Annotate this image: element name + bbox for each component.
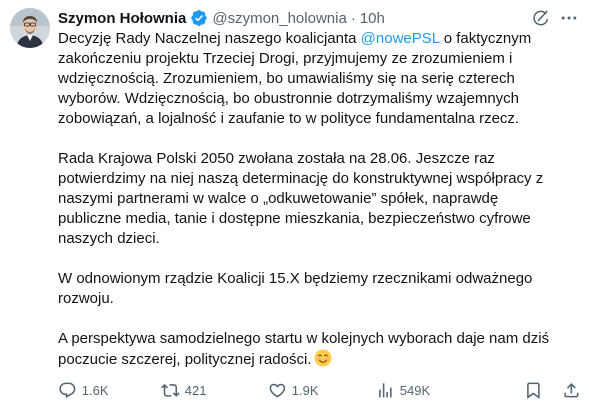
- tweet-text-segment: o faktycznym: [439, 30, 532, 47]
- share-icon: [564, 382, 579, 398]
- views-chart-icon: [379, 382, 392, 398]
- tweet-line: naszymi partnerami w walce o „odkuwetowa…: [58, 190, 499, 207]
- tweet-line: wdzięcznością. Zrozumieniem, bo umawiali…: [58, 70, 515, 87]
- bookmark-button[interactable]: [524, 380, 543, 400]
- tweet-line: W odnowionym rządzie Koalicji 15.X będzi…: [58, 270, 533, 287]
- tweet-timestamp[interactable]: 10h: [360, 10, 385, 27]
- reply-icon: [59, 382, 76, 398]
- tweet-text: Decyzję Rady Naczelnej naszego koalicjan…: [58, 29, 578, 370]
- repost-button[interactable]: 421: [161, 380, 206, 400]
- tweet[interactable]: Szymon Hołownia @szymon_holownia · 10h D…: [0, 0, 589, 407]
- more-icon[interactable]: [559, 8, 579, 28]
- tweet-line: wyborów. Wdzięcznością, bo obustronnie d…: [58, 90, 520, 107]
- smiling-face-emoji: [314, 349, 332, 367]
- tweet-line: A perspektywa samodzielnego startu w kol…: [58, 330, 550, 347]
- grok-icon[interactable]: [531, 8, 551, 28]
- like-button[interactable]: 1.9K: [268, 380, 319, 400]
- tweet-line: Decyzję Rady Naczelnej naszego koalicjan…: [58, 29, 578, 49]
- tweet-paragraph: Rada Krajowa Polski 2050 zwołana została…: [58, 149, 578, 249]
- share-button[interactable]: [562, 380, 581, 400]
- header-separator: ·: [350, 9, 356, 27]
- bookmark-icon: [527, 382, 540, 399]
- tweet-actions: 1.6K 421 1.9K 549K: [58, 380, 581, 400]
- tweet-line: rozwoju.: [58, 290, 114, 307]
- avatar-photo: [10, 8, 50, 48]
- views-button[interactable]: 549K: [376, 380, 430, 400]
- tweet-paragraph: A perspektywa samodzielnego startu w kol…: [58, 329, 578, 370]
- author-name[interactable]: Szymon Hołownia: [58, 10, 186, 27]
- tweet-paragraph: Decyzję Rady Naczelnej naszego koalicjan…: [58, 29, 578, 129]
- repost-icon: [161, 383, 180, 397]
- tweet-line: zobowiązań, a lojalność i zaufanie to w …: [58, 110, 520, 127]
- tweet-line: publiczne media, tanie i dostępne mieszk…: [58, 210, 531, 227]
- reply-button[interactable]: 1.6K: [58, 380, 109, 400]
- tweet-line: poczucie szczerej, politycznej radości.: [58, 349, 578, 370]
- tweet-text-segment: poczucie szczerej, politycznej radości.: [58, 351, 312, 368]
- mention-link[interactable]: @nowePSL: [361, 30, 440, 47]
- tweet-text-segment: Decyzję Rady Naczelnej naszego koalicjan…: [58, 30, 361, 47]
- views-count: 549K: [399, 382, 431, 398]
- tweet-line: potwierdzimy na niej naszą determinację …: [58, 170, 544, 187]
- tweet-line: Rada Krajowa Polski 2050 zwołana została…: [58, 150, 495, 167]
- author-handle[interactable]: @szymon_holownia: [212, 10, 346, 27]
- tweet-header: Szymon Hołownia @szymon_holownia · 10h: [58, 7, 579, 29]
- repost-count: 421: [184, 382, 207, 398]
- avatar[interactable]: [10, 8, 50, 48]
- heart-icon: [269, 383, 286, 398]
- tweet-paragraph: W odnowionym rządzie Koalicji 15.X będzi…: [58, 269, 578, 309]
- tweet-line: naszych dzieci.: [58, 230, 160, 247]
- tweet-line: zakończeniu projektu Trzeciej Drogi, prz…: [58, 50, 513, 67]
- verified-badge-icon[interactable]: [190, 9, 208, 27]
- reply-count: 1.6K: [81, 382, 109, 398]
- like-count: 1.9K: [291, 382, 319, 398]
